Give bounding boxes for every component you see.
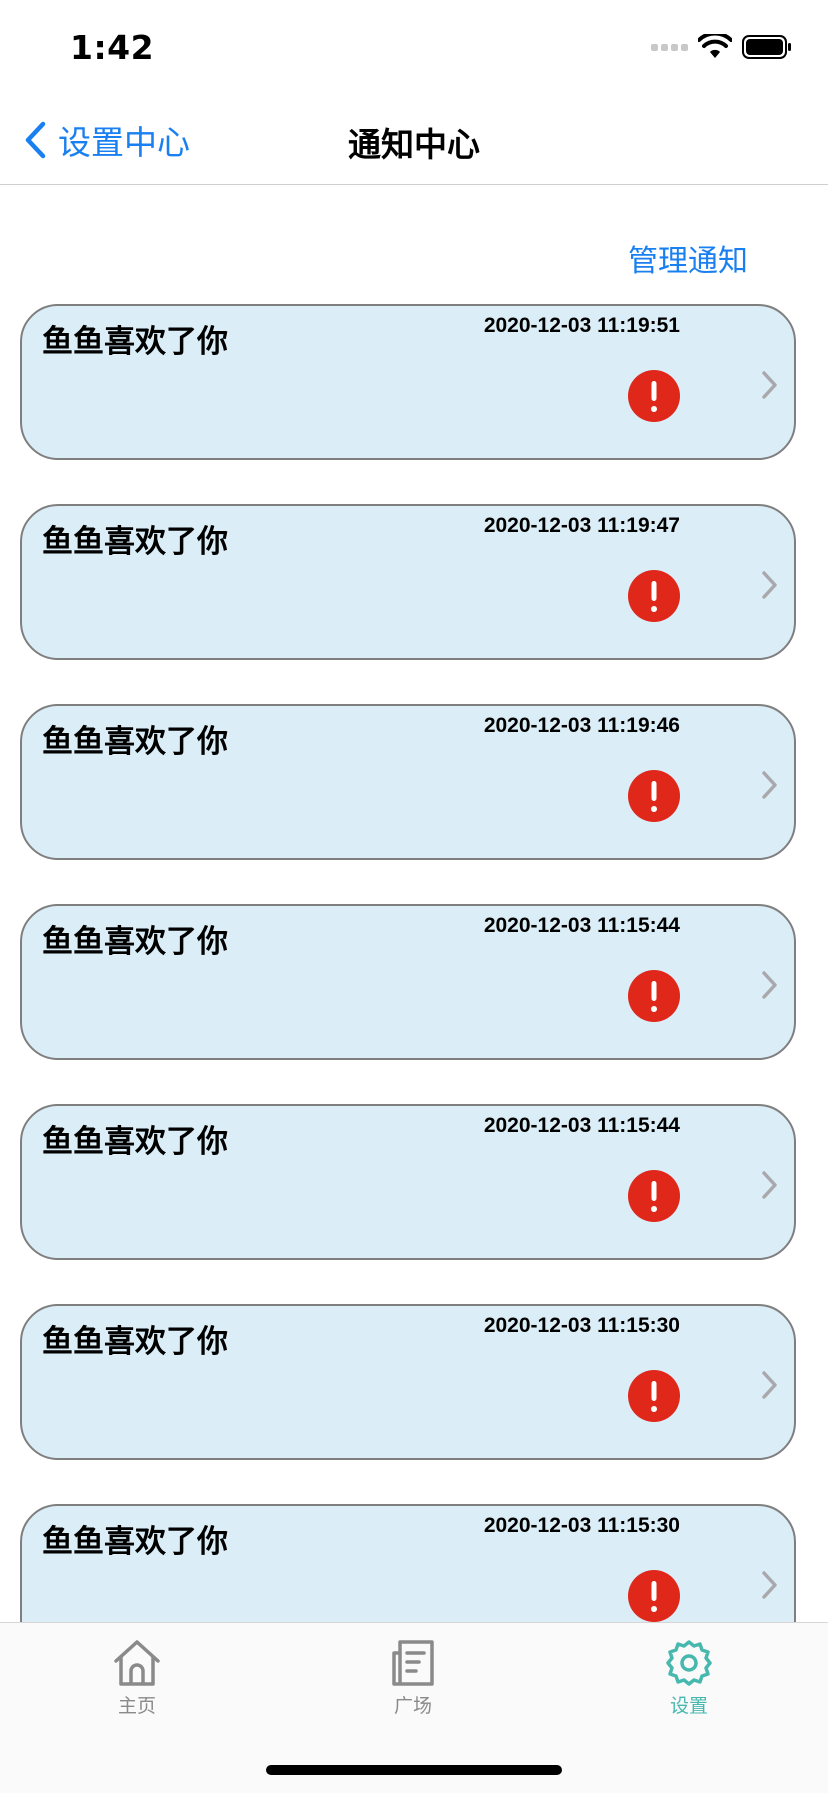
notification-title: 鱼鱼喜欢了你 (42, 1324, 228, 1360)
chevron-right-icon (762, 371, 777, 399)
tab-settings[interactable]: 设置 (629, 1639, 749, 1718)
notification-time: 2020-12-03 11:19:47 (483, 514, 680, 537)
battery-icon (742, 35, 791, 59)
home-indicator (266, 1765, 562, 1775)
chevron-right-icon (762, 571, 777, 599)
navigation-bar: 设置中心 通知中心 (0, 96, 828, 185)
wifi-icon (698, 34, 732, 58)
notification-card[interactable]: 鱼鱼喜欢了你 2020-12-03 11:15:30 (20, 1504, 796, 1622)
chevron-right-icon (762, 1371, 777, 1399)
notification-time: 2020-12-03 11:19:51 (483, 314, 680, 337)
notification-title: 鱼鱼喜欢了你 (42, 324, 228, 360)
alert-icon (628, 1370, 680, 1422)
notification-time: 2020-12-03 11:15:44 (483, 1114, 680, 1137)
alert-icon (628, 370, 680, 422)
notification-card[interactable]: 鱼鱼喜欢了你 2020-12-03 11:19:46 (20, 704, 796, 860)
page-title: 通知中心 (348, 125, 480, 164)
notification-title: 鱼鱼喜欢了你 (42, 724, 228, 760)
chevron-right-icon (762, 771, 777, 799)
tab-home-label: 主页 (117, 1695, 156, 1717)
alert-icon (628, 1570, 680, 1622)
alert-icon (628, 970, 680, 1022)
notification-time: 2020-12-03 11:19:46 (483, 714, 680, 737)
notification-title: 鱼鱼喜欢了你 (42, 1524, 228, 1560)
tab-square-label: 广场 (393, 1695, 432, 1717)
notification-time: 2020-12-03 11:15:30 (483, 1314, 680, 1337)
tab-home[interactable]: 主页 (77, 1639, 197, 1718)
notification-card[interactable]: 鱼鱼喜欢了你 2020-12-03 11:15:30 (20, 1304, 796, 1460)
chevron-right-icon (762, 1571, 777, 1599)
notification-time: 2020-12-03 11:15:44 (483, 914, 680, 937)
notification-card[interactable]: 鱼鱼喜欢了你 2020-12-03 11:19:51 (20, 304, 796, 460)
notification-card[interactable]: 鱼鱼喜欢了你 2020-12-03 11:15:44 (20, 904, 796, 1060)
alert-icon (628, 1170, 680, 1222)
notification-title: 鱼鱼喜欢了你 (42, 524, 228, 560)
chevron-right-icon (762, 971, 777, 999)
notification-list[interactable]: 鱼鱼喜欢了你 2020-12-03 11:19:51 鱼鱼喜欢了你 2020-1… (20, 304, 800, 1622)
home-icon (114, 1640, 160, 1686)
tab-bar: 主页 广场 设置 (0, 1622, 828, 1793)
tab-settings-label: 设置 (669, 1695, 708, 1717)
notification-time: 2020-12-03 11:15:30 (483, 1514, 680, 1537)
chevron-right-icon (762, 1171, 777, 1199)
alert-icon (628, 770, 680, 822)
signal-icon (651, 43, 688, 51)
status-time: 1:42 (70, 28, 155, 67)
status-bar: 1:42 (0, 0, 828, 96)
alert-icon (628, 570, 680, 622)
manage-notifications-button[interactable]: 管理通知 (628, 236, 748, 280)
newspaper-icon (392, 1640, 434, 1686)
notification-card[interactable]: 鱼鱼喜欢了你 2020-12-03 11:19:47 (20, 504, 796, 660)
notification-title: 鱼鱼喜欢了你 (42, 1124, 228, 1160)
notification-title: 鱼鱼喜欢了你 (42, 924, 228, 960)
tab-square[interactable]: 广场 (353, 1639, 473, 1718)
notification-card[interactable]: 鱼鱼喜欢了你 2020-12-03 11:15:44 (20, 1104, 796, 1260)
status-icons (651, 34, 792, 60)
gear-icon (666, 1640, 712, 1686)
